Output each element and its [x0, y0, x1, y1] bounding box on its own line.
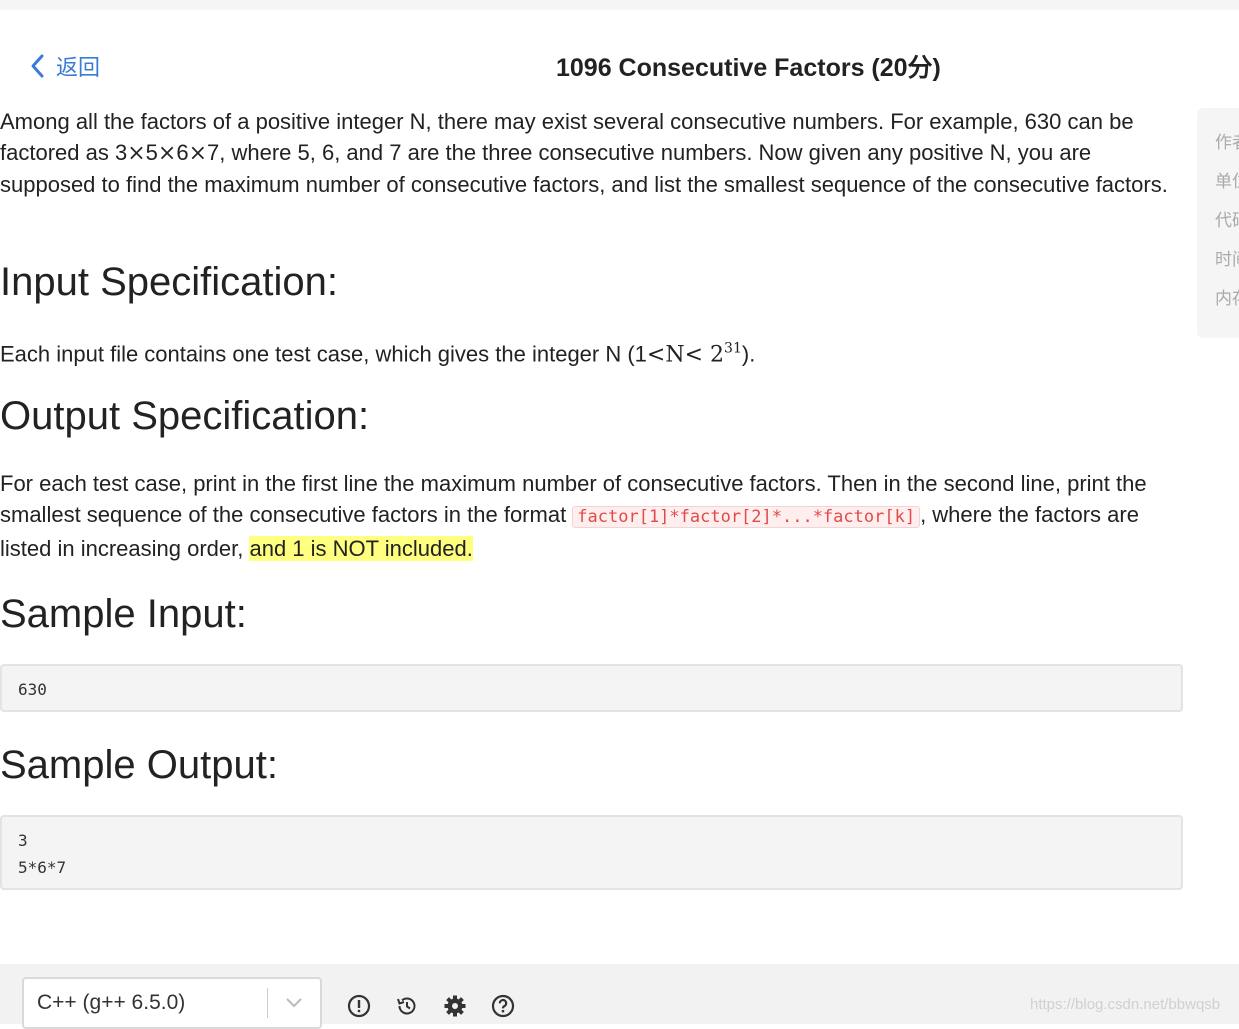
format-code: factor[1]*factor[2]*...*factor[k]: [572, 506, 921, 528]
sidebar-item-memory-limit: 内存: [1215, 289, 1239, 308]
chevron-down-icon[interactable]: [268, 997, 320, 1009]
sidebar-item-code-length: 代码: [1215, 211, 1239, 230]
problem-description: Among all the factors of a positive inte…: [0, 106, 1175, 200]
times-sign: ×: [188, 141, 207, 166]
input-text-end: ).: [741, 341, 756, 367]
language-select[interactable]: C++ (g++ 6.5.0): [22, 977, 322, 1029]
page-title: 1096 Consecutive Factors (20分): [556, 54, 941, 82]
watermark: https://blog.csdn.net/bbwqsb: [1030, 996, 1221, 1013]
math-n: N: [665, 342, 685, 368]
output-spec-text: For each test case, print in the first l…: [0, 468, 1175, 564]
factor-6: 6: [176, 140, 189, 165]
power-base: 2: [703, 342, 725, 368]
help-icon[interactable]: [491, 994, 515, 1018]
history-icon[interactable]: [395, 994, 419, 1018]
sample-output-heading: Sample Output:: [0, 743, 278, 787]
chevron-left-icon: [31, 54, 44, 78]
output-spec-heading: Output Specification:: [0, 394, 370, 438]
gear-icon[interactable]: [443, 994, 467, 1018]
less-than-sign: <: [646, 342, 666, 368]
top-strip: [0, 0, 1239, 10]
input-spec-heading: Input Specification:: [0, 260, 338, 304]
sample-output-block: 3 5*6*7: [0, 815, 1183, 890]
less-than-sign: <: [684, 342, 704, 368]
back-label: 返回: [56, 55, 101, 80]
warning-icon[interactable]: [347, 994, 371, 1018]
back-button[interactable]: 返回: [28, 50, 100, 82]
input-text: Each input file contains one test case, …: [0, 341, 647, 367]
input-spec-text: Each input file contains one test case, …: [0, 334, 755, 370]
power-exponent: 31: [724, 341, 742, 357]
language-value: C++ (g++ 6.5.0): [37, 991, 186, 1014]
factor-5: 5: [145, 140, 158, 165]
sample-input-heading: Sample Input:: [0, 592, 247, 636]
times-sign: ×: [127, 141, 146, 166]
sidebar-item-unit: 单位: [1215, 172, 1239, 191]
highlighted-note: and 1 is NOT included.: [249, 536, 473, 561]
times-sign: ×: [157, 141, 177, 166]
sidebar-item-time-limit: 时间: [1215, 250, 1239, 269]
problem-info-sidebar: 作者 单位 代码 时间 内存: [1197, 108, 1239, 338]
sidebar-item-author: 作者: [1215, 133, 1239, 152]
sample-input-block: 630: [0, 664, 1183, 712]
